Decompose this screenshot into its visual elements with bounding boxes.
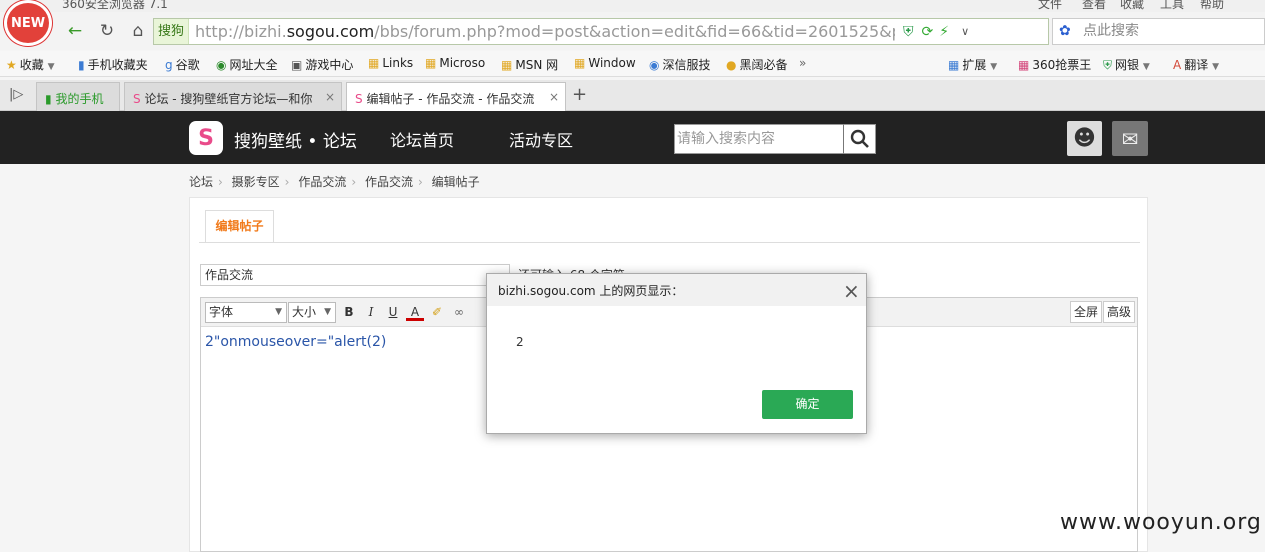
- breadcrumb-forum[interactable]: 论坛: [189, 175, 213, 189]
- refresh-green-icon[interactable]: ⟳: [922, 24, 934, 40]
- tab-my-phone[interactable]: ▮ 我的手机: [36, 82, 120, 111]
- close-icon[interactable]: ×: [549, 90, 559, 104]
- menu-file[interactable]: 文件: [1038, 0, 1062, 12]
- size-select[interactable]: 大小 ▼: [288, 302, 336, 323]
- grid-icon: ▦: [948, 58, 960, 72]
- lightning-icon[interactable]: ⚡: [939, 24, 949, 40]
- tool-ticket[interactable]: ▦ 360抢票王: [1018, 56, 1091, 73]
- tab-edit-post[interactable]: S 编辑帖子 - 作品交流 - 作品交流 ×: [346, 82, 566, 112]
- menu-help[interactable]: 帮助: [1200, 0, 1224, 12]
- dialog-title: bizhi.sogou.com 上的网页显示：: [498, 284, 684, 298]
- site-search-button[interactable]: [843, 124, 876, 154]
- bookmark-games[interactable]: ▣ 游戏中心: [291, 56, 353, 73]
- sidebar-toggle-icon[interactable]: |▷: [9, 87, 23, 102]
- editor-content[interactable]: 2"onmouseover="alert(2): [205, 334, 386, 350]
- watermark: www.wooyun.org: [1060, 510, 1262, 535]
- tool-translate[interactable]: A 翻译 ▼: [1173, 56, 1219, 73]
- bookmark-microsoft[interactable]: ▦ Microso: [425, 56, 485, 70]
- menu-favorites[interactable]: 收藏: [1120, 0, 1144, 12]
- tab-forum[interactable]: S 论坛 - 搜狗壁纸官方论坛—和你 ×: [124, 82, 342, 111]
- bold-icon[interactable]: B: [340, 303, 358, 321]
- highlight-icon[interactable]: ✐: [428, 303, 446, 321]
- bookmark-msn[interactable]: ▦ MSN 网: [501, 56, 558, 73]
- mail-icon[interactable]: ✉: [1112, 121, 1148, 156]
- browser-title-bar: 360安全浏览器 7.1 文件 查看 收藏 工具 帮助: [0, 0, 1265, 12]
- refresh-icon[interactable]: ↻: [96, 20, 118, 42]
- nav-forum-home[interactable]: 论坛首页: [390, 127, 454, 151]
- phone-icon: ▮: [78, 58, 85, 72]
- bookmark-hacker[interactable]: ● 黑阔必备: [726, 56, 788, 73]
- bookmark-mobile[interactable]: ▮ 手机收藏夹: [78, 56, 148, 73]
- ticket-icon: ▦: [1018, 58, 1030, 72]
- gamepad-icon: ▣: [291, 58, 303, 72]
- browser-logo[interactable]: NEW: [4, 0, 52, 46]
- bulb-icon: ●: [726, 58, 737, 72]
- tool-extensions[interactable]: ▦ 扩展 ▼: [948, 56, 997, 73]
- site-search-input[interactable]: 请输入搜索内容: [674, 124, 844, 154]
- folder-icon: ▦: [574, 56, 586, 70]
- breadcrumb-works[interactable]: 作品交流: [298, 175, 346, 189]
- divider: [199, 242, 1140, 243]
- globe-icon: ◉: [216, 58, 227, 72]
- browser-search-input[interactable]: ✿ 点此搜索: [1052, 18, 1265, 45]
- chevron-down-icon[interactable]: ∨: [961, 25, 969, 38]
- breadcrumb-photo[interactable]: 摄影专区: [232, 175, 280, 189]
- phone-icon: ▮: [45, 92, 52, 106]
- italic-icon[interactable]: I: [362, 303, 380, 321]
- underline-icon[interactable]: U: [384, 303, 402, 321]
- fullscreen-button[interactable]: 全屏: [1070, 301, 1103, 323]
- subject-input[interactable]: 作品交流: [200, 264, 510, 286]
- advanced-button[interactable]: 高级: [1103, 301, 1136, 323]
- more-bookmarks-icon[interactable]: »: [799, 56, 806, 70]
- bookmark-favorites[interactable]: ★ 收藏 ▼: [6, 56, 55, 73]
- breadcrumb-works-sub[interactable]: 作品交流: [365, 175, 413, 189]
- font-select[interactable]: 字体 ▼: [205, 302, 287, 323]
- breadcrumb: 论坛 › 摄影专区 › 作品交流 › 作品交流 › 编辑帖子: [189, 175, 480, 189]
- baidu-paw-icon: ✿: [1059, 23, 1071, 39]
- google-icon: g: [165, 58, 173, 72]
- back-arrow-icon[interactable]: ←: [64, 20, 86, 42]
- shield-icon[interactable]: ⛨: [903, 24, 914, 40]
- bookmarks-bar: ★ 收藏 ▼ ▮ 手机收藏夹 g 谷歌 ◉ 网址大全 ▣ 游戏中心 ▦ Links ▦ Mic…: [0, 51, 1265, 77]
- nav-events[interactable]: 活动专区: [509, 127, 573, 151]
- folder-icon: ▦: [425, 56, 437, 70]
- dialog-message: 2: [516, 335, 524, 349]
- tool-bank[interactable]: ⛨ 网银 ▼: [1103, 56, 1150, 73]
- folder-icon: ▦: [501, 58, 513, 72]
- tab-bar: |▷ ▮ 我的手机 S 论坛 - 搜狗壁纸官方论坛—和你 × S 编辑帖子 - …: [0, 80, 1265, 112]
- browser-search-placeholder: 点此搜索: [1083, 23, 1139, 39]
- link-icon[interactable]: ∞: [450, 303, 468, 321]
- globe-icon: ◉: [649, 58, 660, 72]
- site-logo-icon[interactable]: S: [189, 121, 223, 155]
- avatar[interactable]: ☻: [1067, 121, 1102, 156]
- font-color-icon[interactable]: A: [406, 303, 424, 321]
- url-text[interactable]: http://bizhi.sogou.com/bbs/forum.php?mod…: [189, 22, 895, 41]
- url-bar[interactable]: 搜狗 http://bizhi.sogou.com/bbs/forum.php?…: [153, 18, 1049, 45]
- search-icon: [850, 129, 869, 148]
- url-search-tag[interactable]: 搜狗: [154, 19, 190, 44]
- shield-icon: ⛨: [1103, 58, 1113, 72]
- new-tab-icon[interactable]: +: [572, 84, 587, 105]
- menu-view[interactable]: 查看: [1082, 0, 1106, 12]
- site-name[interactable]: 搜狗壁纸 • 论坛: [234, 127, 357, 152]
- ok-button[interactable]: 确定: [762, 390, 853, 419]
- browser-title: 360安全浏览器 7.1: [62, 0, 168, 11]
- translate-icon: A: [1173, 58, 1182, 72]
- sogou-icon: S: [355, 92, 363, 106]
- menu-tools[interactable]: 工具: [1160, 0, 1184, 12]
- close-icon[interactable]: ×: [843, 279, 860, 303]
- bookmark-hao[interactable]: ◉ 网址大全: [216, 56, 278, 73]
- close-icon[interactable]: ×: [325, 90, 335, 104]
- home-icon[interactable]: ⌂: [127, 20, 149, 42]
- bookmark-links[interactable]: ▦ Links: [368, 56, 413, 70]
- tab-edit-post-panel[interactable]: 编辑帖子: [205, 210, 274, 243]
- sogou-icon: S: [133, 92, 141, 106]
- star-icon: ★: [6, 58, 17, 72]
- folder-icon: ▦: [368, 56, 380, 70]
- breadcrumb-current: 编辑帖子: [431, 175, 480, 189]
- bookmark-windows[interactable]: ▦ Window: [574, 56, 636, 70]
- bookmark-google[interactable]: g 谷歌: [165, 56, 200, 73]
- bookmark-sangfor[interactable]: ◉ 深信服技: [649, 56, 711, 73]
